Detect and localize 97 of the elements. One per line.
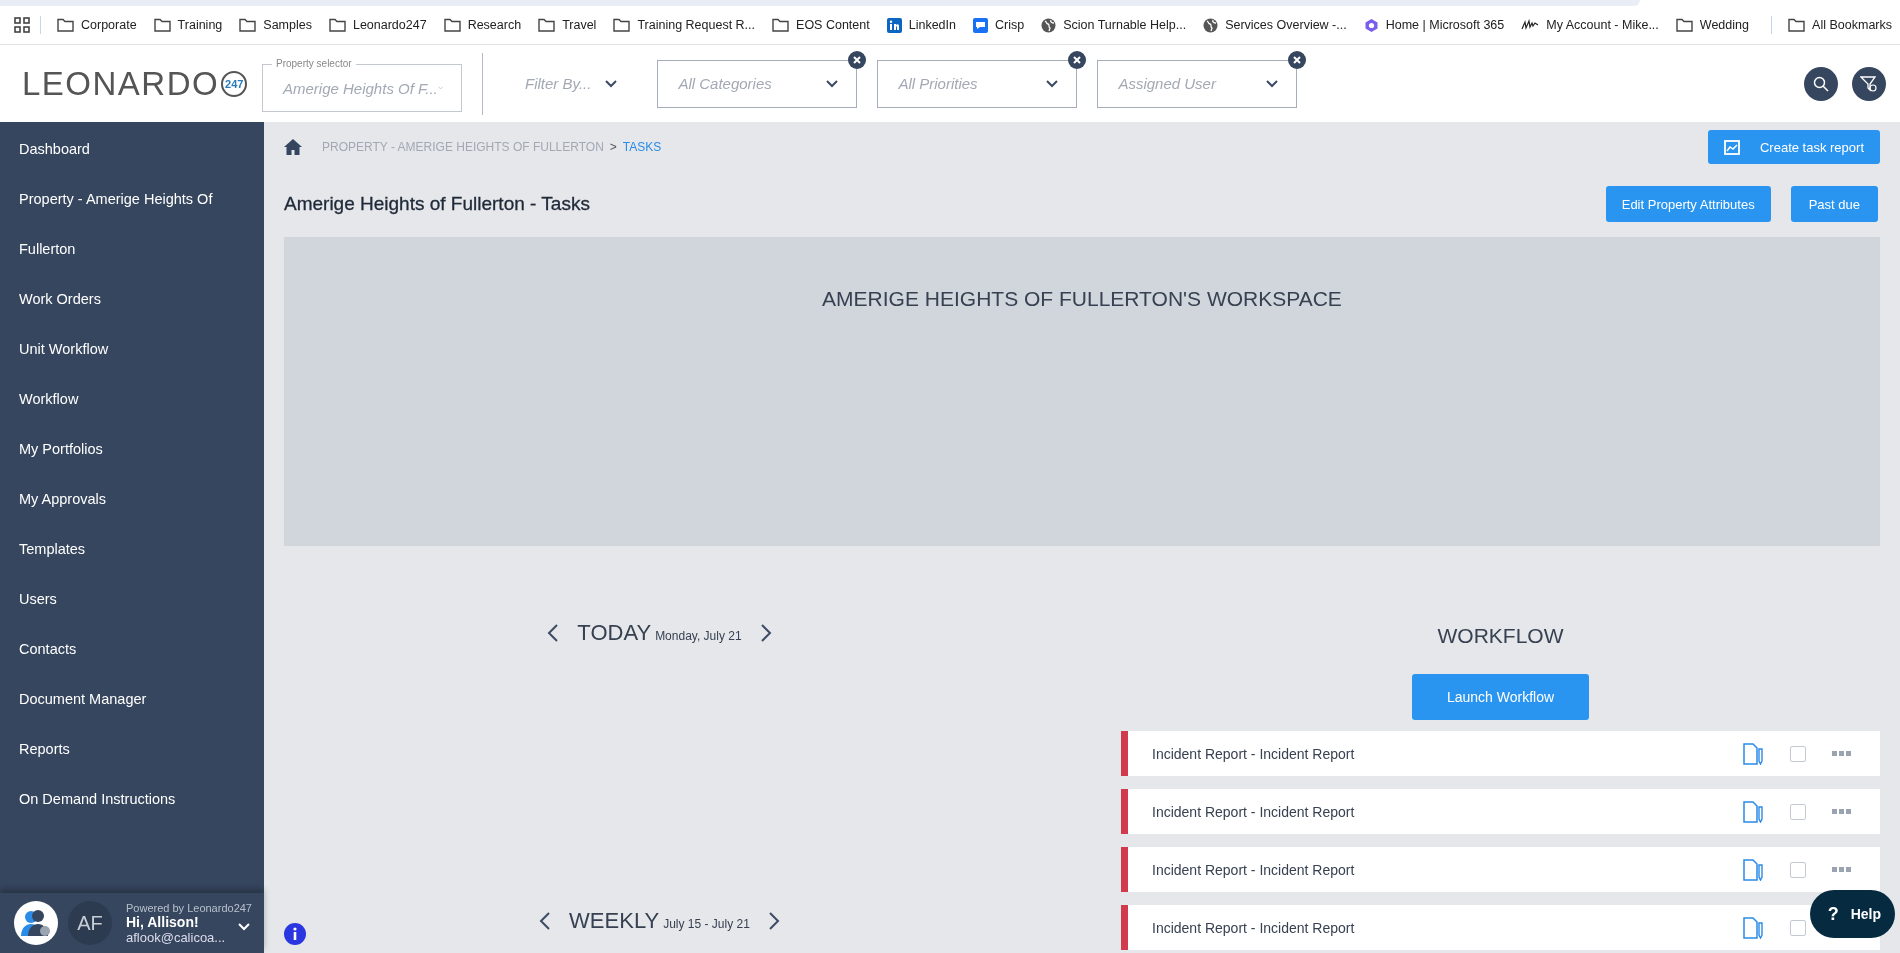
- sidebar-item[interactable]: My Portfolios: [0, 424, 253, 474]
- all-bookmarks-link[interactable]: All Bookmarks: [1788, 18, 1892, 32]
- filter-button[interactable]: [1852, 66, 1886, 101]
- folder-icon: [772, 18, 790, 32]
- globe-icon: [1203, 17, 1219, 33]
- folder-icon: [328, 18, 346, 32]
- home-icon[interactable]: [284, 139, 302, 155]
- document-pen-icon[interactable]: [1742, 858, 1764, 881]
- next-icon[interactable]: [759, 623, 772, 643]
- chevron-down-icon: [826, 79, 839, 88]
- chevron-down-icon: [1266, 79, 1279, 88]
- checkbox[interactable]: [1790, 919, 1806, 936]
- folder-icon: [613, 18, 631, 32]
- folder-icon: [443, 18, 461, 32]
- folder-icon: [1788, 18, 1806, 32]
- next-icon[interactable]: [767, 911, 780, 931]
- logo-badge: 247: [221, 70, 248, 97]
- bookmark-link[interactable]: Scion Turnable Help...: [1041, 17, 1187, 33]
- bookmark-link[interactable]: Crisp: [972, 17, 1025, 33]
- chevron-down-icon: [437, 84, 443, 92]
- filter-icon: [1860, 74, 1878, 93]
- bookmark-link[interactable]: Research: [443, 18, 522, 32]
- sidebar-item[interactable]: Work Orders: [0, 274, 253, 324]
- folder-icon: [1675, 18, 1693, 32]
- sidebar-item[interactable]: Property - Amerige Heights Of Fullerton: [0, 174, 253, 274]
- info-icon[interactable]: [284, 923, 306, 945]
- document-pen-icon[interactable]: [1742, 742, 1764, 765]
- checkbox[interactable]: [1790, 803, 1806, 820]
- folder-icon: [57, 18, 74, 32]
- more-icon[interactable]: [1832, 750, 1852, 757]
- bookmark-link[interactable]: Travel: [538, 18, 597, 32]
- user-switch-icon[interactable]: [14, 901, 58, 945]
- workflow-row[interactable]: Incident Report - Incident Report: [1121, 731, 1880, 776]
- bookmark-link[interactable]: Training Request R...: [613, 18, 756, 32]
- signature-icon: [1521, 19, 1540, 31]
- folder-icon: [239, 18, 257, 32]
- checkbox[interactable]: [1790, 861, 1806, 878]
- more-icon[interactable]: [1832, 866, 1852, 873]
- globe-icon: [1041, 17, 1057, 33]
- previous-icon[interactable]: [547, 623, 560, 643]
- chat-icon: [972, 17, 988, 33]
- folder-icon: [153, 18, 171, 32]
- previous-icon[interactable]: [539, 911, 552, 931]
- clear-icon[interactable]: [1068, 50, 1087, 69]
- sidebar-item[interactable]: Workflow: [0, 374, 253, 424]
- sidebar-item[interactable]: Dashboard: [0, 124, 253, 174]
- sidebar-item[interactable]: Reports: [0, 724, 253, 774]
- chart-icon: [1723, 139, 1740, 155]
- workspace-title: AMERIGE HEIGHTS OF FULLERTON'S WORKSPACE: [822, 287, 1342, 312]
- user-email: aflook@calicoa...: [126, 929, 226, 945]
- folder-icon: [538, 18, 556, 32]
- sidebar-item[interactable]: On Demand Instructions: [0, 774, 253, 824]
- bookmark-link[interactable]: My Account - Mike...: [1521, 18, 1659, 32]
- chevron-down-icon: [605, 79, 618, 88]
- checkbox[interactable]: [1790, 745, 1806, 762]
- ring-logo-icon: [1363, 17, 1379, 33]
- breadcrumb-separator: >: [609, 140, 617, 154]
- sidebar-item[interactable]: Document Manager: [0, 674, 253, 724]
- more-icon[interactable]: [1832, 808, 1852, 815]
- linkedin-icon: [886, 17, 902, 33]
- bookmark-link[interactable]: EOS Content: [772, 18, 870, 32]
- date-range: Monday, July 21: [655, 629, 742, 643]
- powered-by-text: Powered by Leonardo247: [126, 901, 252, 914]
- search-icon: [1813, 75, 1829, 92]
- weekly-title: WEEKLY: [569, 908, 660, 934]
- chevron-down-icon: [238, 923, 250, 931]
- bookmark-link[interactable]: Wedding: [1675, 18, 1749, 32]
- chevron-down-icon: [1046, 79, 1059, 88]
- sidebar-item[interactable]: Templates: [0, 524, 253, 574]
- sidebar-item[interactable]: Users: [0, 574, 253, 624]
- page-title: Amerige Heights of Fullerton - Tasks: [284, 193, 590, 215]
- apps-grid-icon[interactable]: [14, 17, 30, 33]
- clear-icon[interactable]: [848, 50, 867, 69]
- sidebar-item[interactable]: Unit Workflow: [0, 324, 253, 374]
- breadcrumb-current: TASKS: [622, 140, 662, 154]
- bookmark-link[interactable]: Leonardo247: [328, 18, 427, 32]
- bookmark-link[interactable]: Training: [153, 18, 223, 32]
- sidebar-item[interactable]: My Approvals: [0, 474, 253, 524]
- today-title: TODAY: [577, 620, 652, 646]
- document-pen-icon[interactable]: [1742, 916, 1764, 939]
- workflow-title: WORKFLOW: [1437, 624, 1564, 648]
- document-pen-icon[interactable]: [1742, 800, 1764, 823]
- workflow-row[interactable]: Incident Report - Incident Report: [1121, 847, 1880, 892]
- user-greeting: Hi, Allison!: [126, 913, 199, 930]
- sidebar-item[interactable]: Contacts: [0, 624, 253, 674]
- help-button[interactable]: ? Help: [1809, 890, 1895, 938]
- user-avatar: AF: [68, 901, 112, 945]
- bookmark-link[interactable]: LinkedIn: [886, 17, 956, 33]
- logo-wordmark: LEONARDO: [22, 64, 220, 103]
- clear-icon[interactable]: [1288, 50, 1307, 69]
- bookmark-link[interactable]: Samples: [239, 18, 312, 32]
- date-range: July 15 - July 21: [663, 917, 750, 931]
- bookmark-link[interactable]: Home | Microsoft 365: [1363, 17, 1505, 33]
- bookmark-link[interactable]: Corporate: [57, 18, 137, 32]
- bookmark-link[interactable]: Services Overview -...: [1203, 17, 1347, 33]
- workflow-row[interactable]: Incident Report - Incident Report: [1121, 789, 1880, 834]
- search-button[interactable]: [1804, 66, 1838, 101]
